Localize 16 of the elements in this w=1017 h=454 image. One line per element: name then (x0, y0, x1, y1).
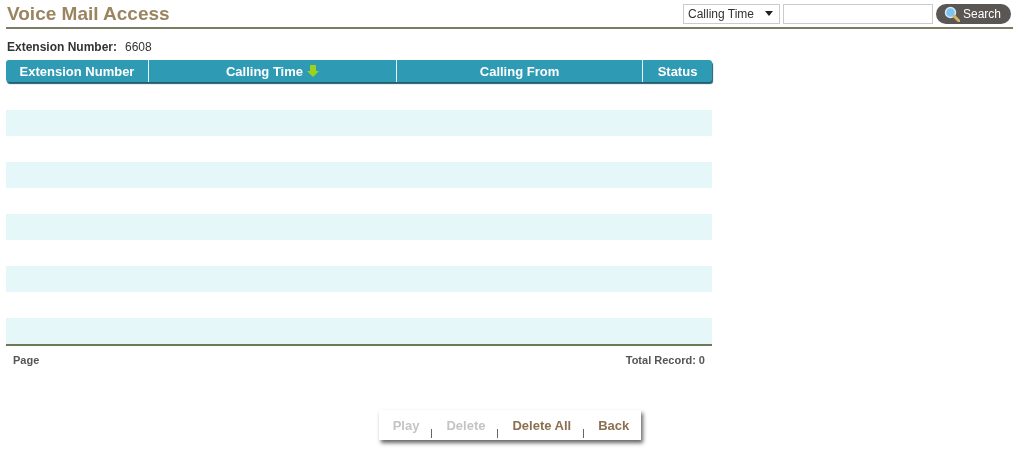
column-header[interactable]: Calling From (397, 60, 643, 82)
search-icon (943, 5, 960, 22)
search-button[interactable]: Search (935, 3, 1011, 24)
column-header[interactable]: Extension Number (6, 60, 149, 82)
column-header[interactable]: Calling Time (149, 60, 397, 82)
caret-icon (764, 11, 773, 16)
action-button[interactable]: Back (584, 410, 642, 440)
total-record: Total Record: 0 (625, 354, 705, 366)
action-button[interactable]: Delete All (498, 410, 584, 440)
column-header[interactable]: Status (643, 60, 712, 82)
extension-label: Extension Number: (7, 40, 117, 54)
search-field-dropdown[interactable]: Calling Time (682, 3, 780, 24)
page-title: Voice Mail Access (7, 2, 170, 25)
page-label: Page (13, 354, 40, 366)
extension-value: 6608 (125, 40, 152, 54)
search-input[interactable] (782, 3, 933, 24)
